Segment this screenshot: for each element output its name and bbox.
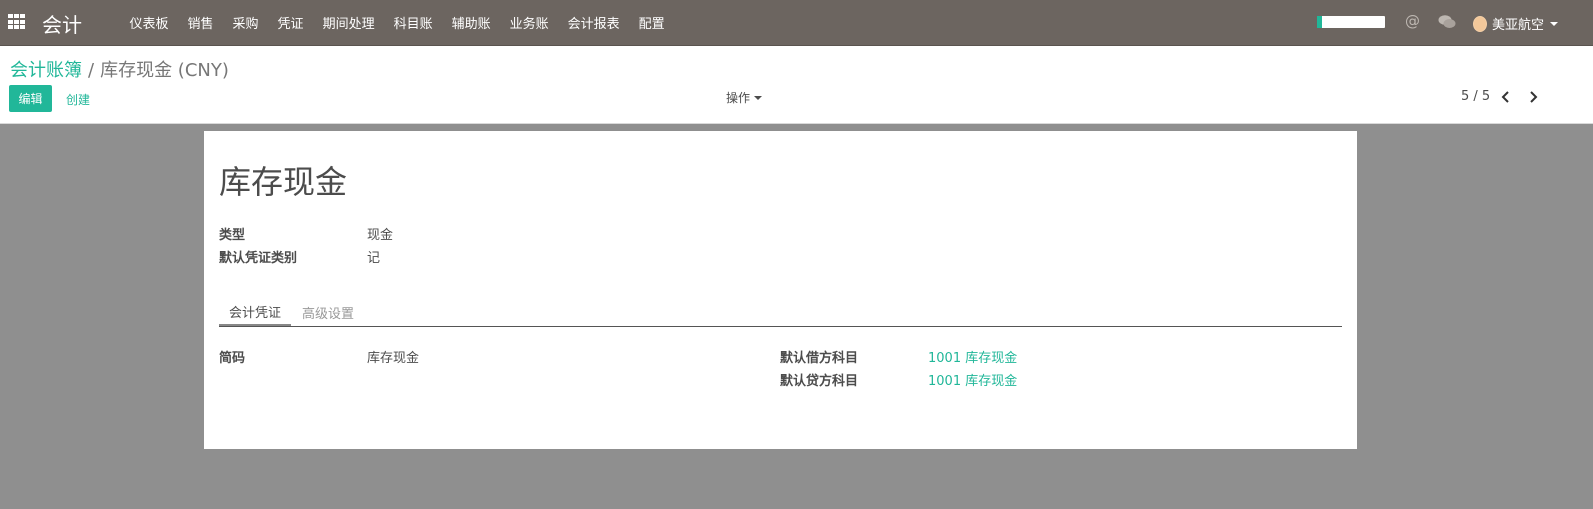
- app-grid-icon[interactable]: [8, 14, 26, 30]
- chevron-left-icon[interactable]: [1499, 90, 1513, 104]
- actions-label: 操作: [726, 91, 751, 105]
- control-panel: 会计账簿 / 库存现金 (CNY) 编辑 创建 操作 5 / 5: [0, 46, 1593, 124]
- actions-dropdown[interactable]: 操作: [726, 89, 763, 106]
- edit-button[interactable]: 编辑: [9, 85, 52, 112]
- menu-item-auxiliary-ledger[interactable]: 辅助账: [442, 13, 500, 32]
- breadcrumb-separator: /: [88, 60, 95, 81]
- menu-item-period-processing[interactable]: 期间处理: [313, 13, 384, 32]
- chevron-down-icon: [1550, 21, 1559, 26]
- menu-item-reports[interactable]: 会计报表: [558, 13, 629, 32]
- progress-bar[interactable]: [1317, 16, 1385, 28]
- menu-item-sales[interactable]: 销售: [178, 13, 223, 32]
- chat-icon[interactable]: [1438, 14, 1456, 30]
- main-menu: 仪表板 销售 采购 凭证 期间处理 科目账 辅助账 业务账 会计报表 配置: [120, 0, 674, 45]
- default-debit-account-label: 默认借方科目: [780, 351, 859, 366]
- default-voucher-type-value: 记: [367, 251, 381, 266]
- short-code-label: 简码: [219, 351, 246, 366]
- menu-item-account-ledger[interactable]: 科目账: [384, 13, 442, 32]
- breadcrumb-parent-link[interactable]: 会计账簿: [10, 60, 82, 81]
- tab-advanced-settings[interactable]: 高级设置: [292, 299, 364, 326]
- user-name: 美亚航空: [1492, 18, 1545, 33]
- top-navbar: 会计 仪表板 销售 采购 凭证 期间处理 科目账 辅助账 业务账 会计报表 配置…: [0, 0, 1593, 46]
- tab-accounting-vouchers[interactable]: 会计凭证: [219, 299, 292, 326]
- user-menu[interactable]: 美亚航空: [1473, 14, 1559, 33]
- form-sheet: 库存现金 类型 现金 默认凭证类别 记 会计凭证 高级设置 简码 库存现金 默认…: [204, 131, 1357, 449]
- pager-value: 5 / 5: [1461, 89, 1491, 104]
- default-voucher-type-label: 默认凭证类别: [219, 251, 298, 266]
- default-credit-account-link[interactable]: 1001 库存现金: [928, 370, 1017, 389]
- avatar: [1473, 15, 1487, 32]
- short-code-value: 库存现金: [367, 351, 420, 366]
- menu-item-configuration[interactable]: 配置: [629, 13, 674, 32]
- app-brand: 会计: [42, 13, 82, 37]
- menu-item-purchase[interactable]: 采购: [223, 13, 268, 32]
- at-mention-icon[interactable]: @: [1405, 12, 1420, 30]
- progress-fill: [1317, 16, 1323, 28]
- type-label: 类型: [219, 228, 246, 243]
- menu-item-business-ledger[interactable]: 业务账: [500, 13, 558, 32]
- notebook-tabs: 会计凭证 高级设置: [219, 299, 1342, 327]
- menu-item-vouchers[interactable]: 凭证: [268, 13, 313, 32]
- menu-item-dashboard[interactable]: 仪表板: [120, 13, 178, 32]
- breadcrumb-current: 库存现金 (CNY): [100, 60, 229, 81]
- chevron-right-icon[interactable]: [1526, 90, 1540, 104]
- type-value: 现金: [367, 228, 394, 243]
- default-debit-account-link[interactable]: 1001 库存现金: [928, 347, 1017, 366]
- record-title: 库存现金: [219, 163, 348, 201]
- caret-down-icon: [754, 95, 763, 100]
- breadcrumb: 会计账簿 / 库存现金 (CNY): [10, 56, 229, 82]
- create-button[interactable]: 创建: [66, 91, 90, 108]
- default-credit-account-label: 默认贷方科目: [780, 374, 859, 389]
